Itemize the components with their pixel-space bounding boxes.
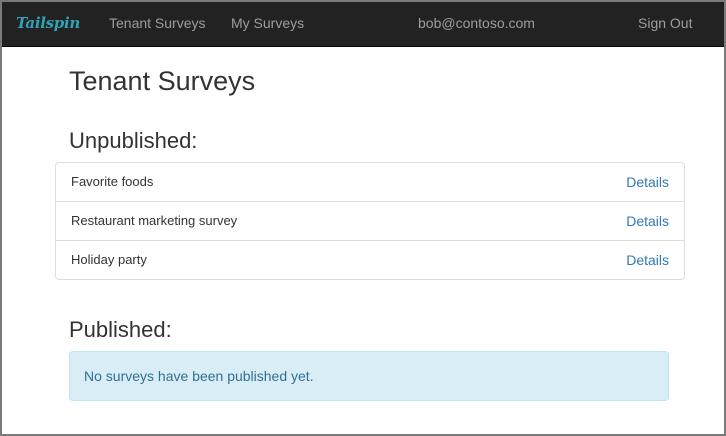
- unpublished-heading: Unpublished:: [69, 128, 198, 153]
- sign-out-link[interactable]: Sign Out: [638, 2, 692, 47]
- details-link[interactable]: Details: [626, 241, 669, 279]
- list-item: Favorite foods Details: [56, 163, 684, 201]
- unpublished-list: Favorite foods Details Restaurant market…: [55, 162, 685, 280]
- survey-name: Favorite foods: [71, 174, 154, 189]
- published-heading: Published:: [69, 317, 172, 342]
- browser-frame: Tailspin Tenant Surveys My Surveys bob@c…: [0, 0, 726, 436]
- nav-link-my-surveys[interactable]: My Surveys: [231, 2, 304, 47]
- brand-logo[interactable]: Tailspin: [14, 12, 80, 36]
- details-link[interactable]: Details: [626, 202, 669, 240]
- brand-name: Tailspin: [16, 14, 80, 32]
- published-empty-alert: No surveys have been published yet.: [69, 351, 669, 401]
- list-item: Restaurant marketing survey Details: [56, 201, 684, 240]
- list-item: Holiday party Details: [56, 240, 684, 279]
- navbar: Tailspin Tenant Surveys My Surveys bob@c…: [2, 2, 724, 47]
- survey-name: Restaurant marketing survey: [71, 213, 238, 228]
- alert-message: No surveys have been published yet.: [84, 368, 314, 384]
- details-link[interactable]: Details: [626, 163, 669, 201]
- nav-link-tenant-surveys[interactable]: Tenant Surveys: [109, 2, 206, 47]
- survey-name: Holiday party: [71, 252, 147, 267]
- user-email: bob@contoso.com: [418, 15, 535, 31]
- page-title: Tenant Surveys: [69, 66, 256, 96]
